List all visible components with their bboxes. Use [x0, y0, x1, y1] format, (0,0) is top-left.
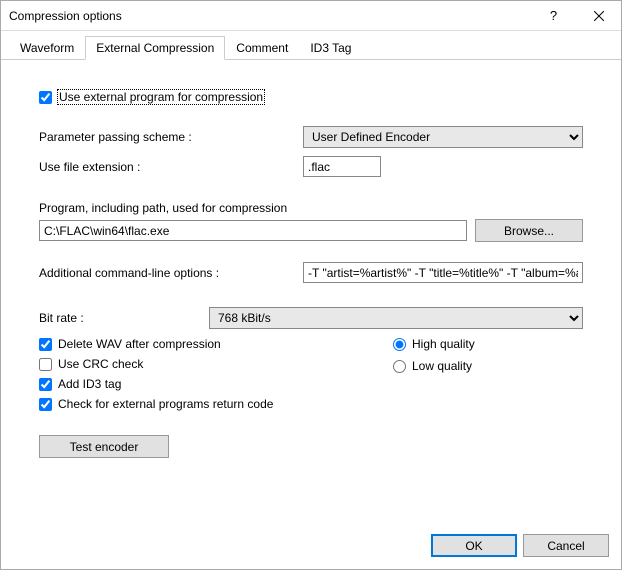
use-external-label: Use external program for compression — [58, 90, 264, 104]
tab-bar: Waveform External Compression Comment ID… — [1, 31, 621, 60]
tab-comment[interactable]: Comment — [225, 36, 299, 60]
low-quality-label: Low quality — [412, 359, 472, 373]
program-path-input[interactable] — [39, 220, 467, 241]
addl-options-input[interactable] — [303, 262, 583, 283]
crc-label: Use CRC check — [58, 357, 143, 371]
test-encoder-button[interactable]: Test encoder — [39, 435, 169, 458]
close-button[interactable] — [576, 1, 621, 31]
close-icon — [594, 11, 604, 21]
delete-wav-label: Delete WAV after compression — [58, 337, 221, 351]
param-scheme-select[interactable]: User Defined Encoder — [303, 126, 583, 148]
titlebar: Compression options ? — [1, 1, 621, 31]
param-scheme-label: Parameter passing scheme : — [39, 130, 303, 144]
tab-waveform[interactable]: Waveform — [9, 36, 85, 60]
delete-wav-checkbox[interactable] — [39, 338, 52, 351]
help-button[interactable]: ? — [531, 1, 576, 31]
id3-checkbox[interactable] — [39, 378, 52, 391]
high-quality-radio[interactable] — [393, 338, 406, 351]
retcode-label: Check for external programs return code — [58, 397, 273, 411]
low-quality-radio[interactable] — [393, 360, 406, 373]
high-quality-label: High quality — [412, 337, 475, 351]
browse-button[interactable]: Browse... — [475, 219, 583, 242]
window-title: Compression options — [9, 9, 531, 23]
cancel-button[interactable]: Cancel — [523, 534, 609, 557]
bitrate-select[interactable]: 768 kBit/s — [209, 307, 583, 329]
bitrate-label: Bit rate : — [39, 311, 209, 325]
file-ext-input[interactable] — [303, 156, 381, 177]
crc-checkbox[interactable] — [39, 358, 52, 371]
use-external-checkbox[interactable] — [39, 91, 52, 104]
tab-content: Use external program for compression Par… — [1, 60, 621, 528]
dialog-footer: OK Cancel — [431, 534, 609, 557]
retcode-checkbox[interactable] — [39, 398, 52, 411]
ok-button[interactable]: OK — [431, 534, 517, 557]
tab-external-compression[interactable]: External Compression — [85, 36, 225, 60]
addl-options-label: Additional command-line options : — [39, 266, 303, 280]
file-ext-label: Use file extension : — [39, 160, 303, 174]
id3-label: Add ID3 tag — [58, 377, 121, 391]
help-icon: ? — [550, 8, 557, 23]
program-path-label: Program, including path, used for compre… — [39, 201, 287, 215]
tab-id3-tag[interactable]: ID3 Tag — [299, 36, 362, 60]
